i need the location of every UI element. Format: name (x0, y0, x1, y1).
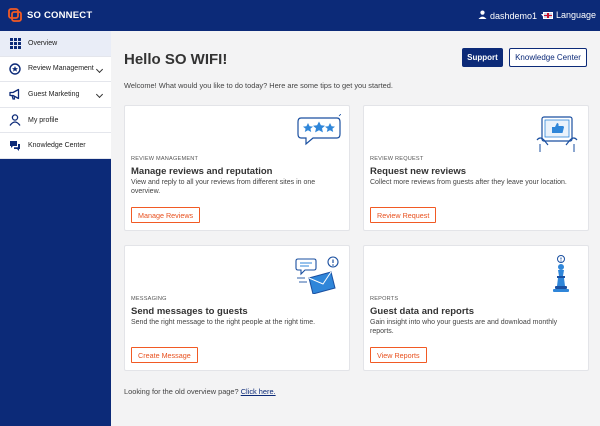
page-title: Hello SO WIFI! (124, 51, 228, 68)
chat-bubbles-icon (9, 140, 21, 152)
star-badge-icon (9, 63, 21, 75)
sidebar-item-label: Overview (28, 39, 58, 47)
old-overview-text: Looking for the old overview page? (124, 387, 239, 396)
sidebar-item-knowledge-center[interactable]: Knowledge Center (0, 133, 111, 159)
chevron-down-icon (95, 65, 104, 73)
old-overview-link[interactable]: Click here. (241, 387, 276, 396)
old-overview-note: Looking for the old overview page? Click… (124, 387, 276, 396)
so-connect-logo-icon (8, 8, 22, 22)
language-menu[interactable]: Language (543, 10, 600, 20)
sidebar-item-my-profile[interactable]: My profile (0, 108, 111, 134)
support-button[interactable]: Support (462, 48, 503, 67)
chess-piece-icon (534, 254, 580, 294)
card-title: Send messages to guests (131, 306, 248, 317)
card-review-request: REVIEW REQUEST Request new reviews Colle… (363, 105, 589, 231)
review-request-button[interactable]: Review Request (370, 207, 437, 223)
user-icon (478, 10, 487, 21)
logo[interactable]: SO CONNECT (8, 8, 92, 22)
knowledge-center-button[interactable]: Knowledge Center (509, 48, 587, 67)
language-label: Language (556, 10, 597, 20)
sidebar-item-review-management[interactable]: Review Management (0, 57, 111, 83)
card-title: Request new reviews (370, 166, 467, 177)
tablet-thumbs-up-icon (534, 114, 580, 154)
view-reports-button[interactable]: View Reports (370, 347, 427, 363)
top-bar: SO CONNECT dashdemo1 Language (0, 0, 600, 31)
megaphone-icon (9, 88, 21, 101)
sidebar-item-guest-marketing[interactable]: Guest Marketing (0, 82, 111, 108)
card-title: Manage reviews and reputation (131, 166, 273, 177)
card-title: Guest data and reports (370, 306, 474, 317)
chevron-down-icon (95, 91, 104, 99)
card-description: View and reply to all your reviews from … (131, 179, 316, 195)
sidebar-item-label: Knowledge Center (28, 142, 86, 150)
card-description: Send the right message to the right peop… (131, 319, 316, 326)
card-description: Gain insight into who your guests are an… (370, 319, 558, 335)
main-content: Hello SO WIFI! Support Knowledge Center … (111, 31, 600, 426)
user-menu[interactable]: dashdemo1 (478, 10, 548, 21)
card-review-management: REVIEW MANAGEMENT Manage reviews and rep… (124, 105, 350, 231)
card-reports: REPORTS Guest data and reports Gain insi… (363, 245, 589, 371)
envelope-notification-icon (295, 254, 341, 295)
card-category: REVIEW MANAGEMENT (131, 156, 199, 162)
uk-flag-icon (543, 11, 553, 19)
logo-text: SO CONNECT (27, 9, 93, 21)
welcome-text: Welcome! What would you like to do today… (124, 81, 393, 90)
sidebar-nav: Overview Review Management Guest Marketi… (0, 31, 111, 159)
card-category: REVIEW REQUEST (370, 156, 424, 162)
sidebar-item-label: My profile (28, 116, 59, 124)
card-category: MESSAGING (131, 296, 167, 302)
sidebar: Overview Review Management Guest Marketi… (0, 31, 111, 426)
create-message-button[interactable]: Create Message (131, 347, 198, 363)
grid-icon (9, 37, 21, 49)
sidebar-item-label: Guest Marketing (28, 90, 80, 98)
card-category: REPORTS (370, 296, 399, 302)
username: dashdemo1 (490, 10, 538, 21)
card-messaging: MESSAGING Send messages to guests Send t… (124, 245, 350, 371)
card-description: Collect more reviews from guests after t… (370, 179, 567, 186)
user-icon (9, 114, 21, 126)
sidebar-item-label: Review Management (28, 65, 94, 73)
sidebar-item-overview[interactable]: Overview (0, 31, 111, 57)
stars-speech-bubble-icon (295, 113, 342, 154)
manage-reviews-button[interactable]: Manage Reviews (131, 207, 201, 223)
